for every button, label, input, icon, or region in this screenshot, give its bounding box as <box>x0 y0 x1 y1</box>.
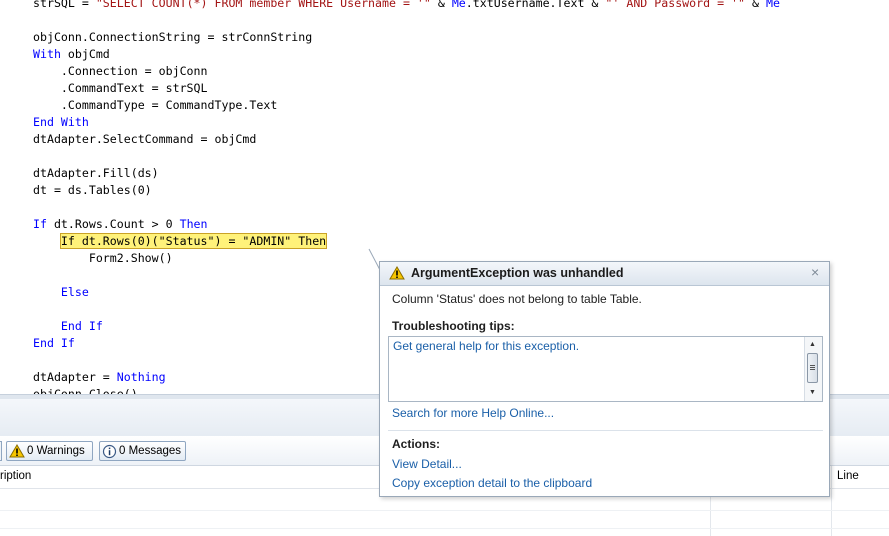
view-detail-link[interactable]: View Detail... <box>392 457 462 471</box>
exception-title: ArgumentException was unhandled <box>411 266 624 280</box>
general-help-link[interactable]: Get general help for this exception. <box>393 339 579 353</box>
scroll-thumb[interactable] <box>807 353 818 383</box>
exception-title-bar: ArgumentException was unhandled × <box>380 262 829 286</box>
exception-message: Column 'Status' does not belong to table… <box>392 292 642 306</box>
grip-line <box>810 369 815 370</box>
grip-line <box>810 365 815 366</box>
scroll-down-icon[interactable]: ▼ <box>809 389 816 396</box>
warning-icon <box>389 266 405 280</box>
exception-assistant-dialog: ArgumentException was unhandled × Column… <box>379 261 830 497</box>
divider <box>388 430 823 431</box>
troubleshooting-tips-list[interactable]: Get general help for this exception. ▲ ▼ <box>388 336 823 402</box>
actions-heading: Actions: <box>392 437 440 451</box>
scroll-up-icon[interactable]: ▲ <box>809 341 816 348</box>
grip-line <box>810 367 815 368</box>
troubleshooting-tips-heading: Troubleshooting tips: <box>392 319 515 333</box>
copy-exception-detail-link[interactable]: Copy exception detail to the clipboard <box>392 476 592 490</box>
tips-scrollbar[interactable]: ▲ ▼ <box>804 337 822 401</box>
close-icon[interactable]: × <box>811 264 819 280</box>
search-help-online-link[interactable]: Search for more Help Online... <box>392 406 554 420</box>
